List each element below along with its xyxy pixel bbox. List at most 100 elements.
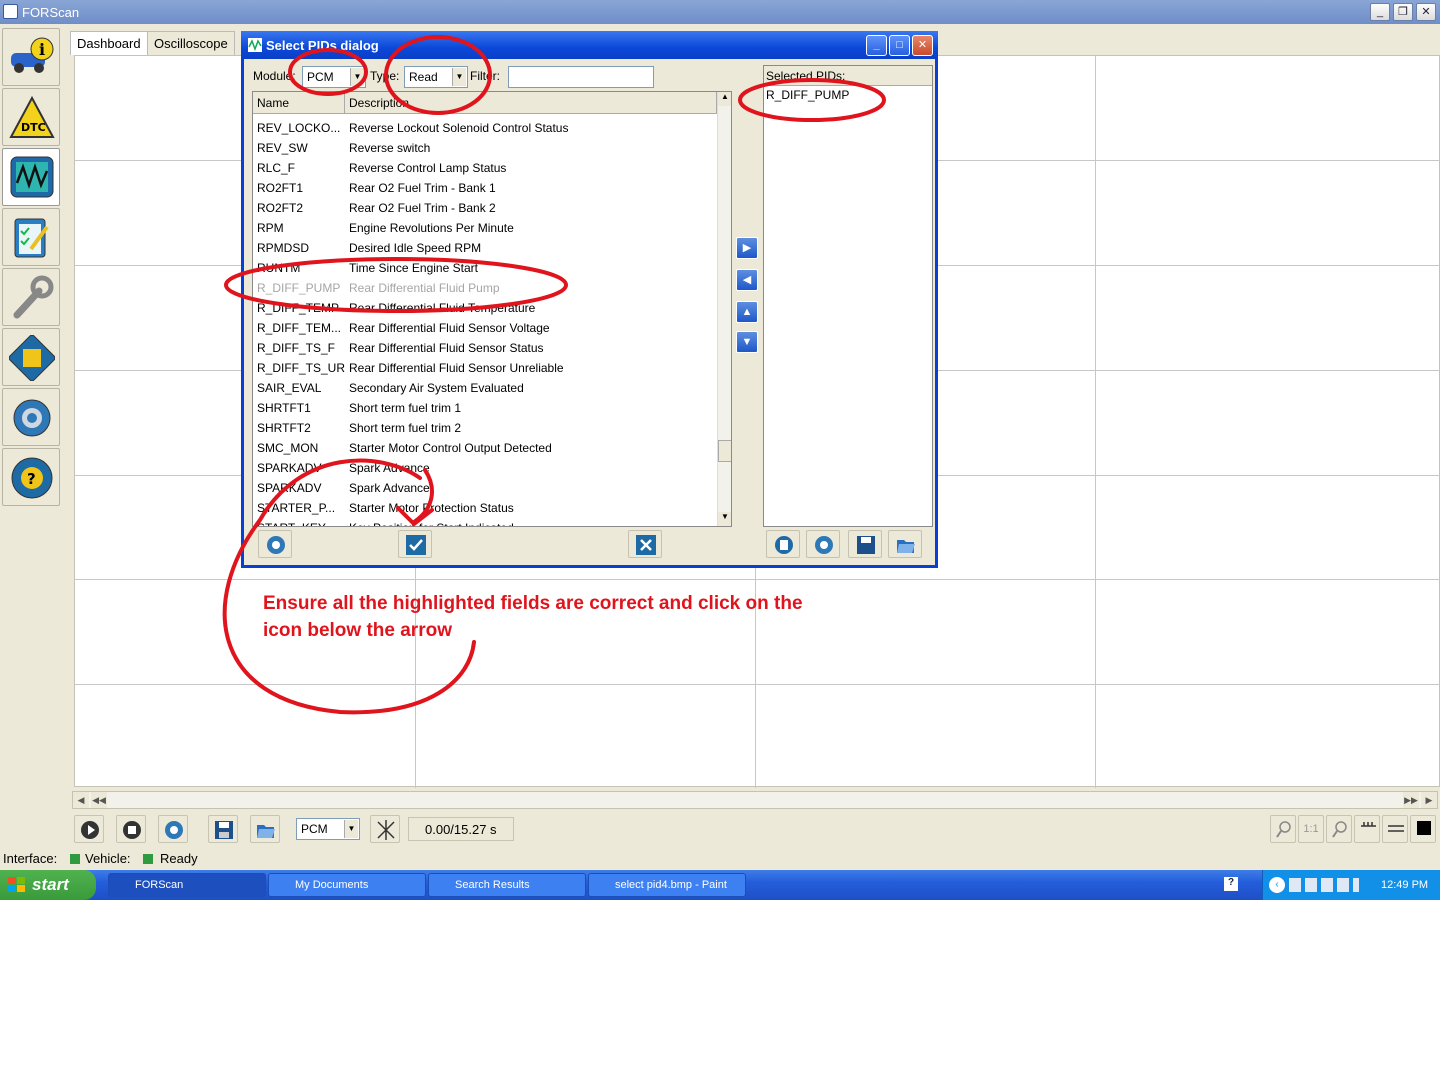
tab-oscilloscope[interactable]: Oscilloscope	[147, 31, 235, 55]
table-row[interactable]: SPARKADV Spark Advance	[253, 478, 715, 498]
background-color-button[interactable]	[1410, 815, 1436, 843]
table-row[interactable]: RLC_F Reverse Control Lamp Status	[253, 158, 715, 178]
scroll-left-button[interactable]: ◀	[73, 792, 89, 808]
open-button[interactable]	[250, 815, 280, 843]
table-row[interactable]: R_DIFF_TEM... Rear Differential Fluid Sen…	[253, 318, 715, 338]
sidebar-item-oscilloscope[interactable]	[2, 148, 60, 206]
play-button[interactable]	[74, 815, 104, 843]
sidebar-item-service[interactable]	[2, 268, 60, 326]
table-row[interactable]: R_DIFF_TS_F Rear Differential Fluid Senso…	[253, 338, 715, 358]
table-row[interactable]: RPMDSD Desired Idle Speed RPM	[253, 238, 715, 258]
scroll-right-button[interactable]: ▶	[1421, 792, 1437, 808]
cancel-button[interactable]	[628, 530, 662, 558]
start-button[interactable]: start	[0, 870, 96, 900]
table-row[interactable]: SPARKADV Spark Advance	[253, 458, 715, 478]
move-up-button[interactable]: ▲	[736, 301, 758, 323]
chevron-down-icon: ▼	[452, 68, 466, 86]
column-header-description[interactable]: Description	[345, 92, 717, 114]
move-down-button[interactable]: ▼	[736, 331, 758, 353]
taskbar-item-search-results[interactable]: Search Results	[428, 873, 586, 897]
table-row[interactable]: RUNTM Time Since Engine Start	[253, 258, 715, 278]
column-header-name[interactable]: Name	[253, 92, 345, 114]
pid-list[interactable]: Name Description REV_LOCKO... Reverse Loc…	[252, 91, 732, 527]
time-scrollbar[interactable]: ◀ ◀◀ ▶▶ ▶	[72, 791, 1438, 809]
dialog-close-button[interactable]: ✕	[912, 35, 933, 56]
pid-name: R_DIFF_PUMP	[257, 281, 341, 295]
table-row[interactable]: RPM Engine Revolutions Per Minute	[253, 218, 715, 238]
selected-settings-button[interactable]	[806, 530, 840, 558]
filter-input[interactable]	[508, 66, 654, 88]
table-row[interactable]: R_DIFF_TEMP Rear Differential Fluid Tempe…	[253, 298, 715, 318]
zoom-reset-button[interactable]: 1:1	[1298, 815, 1324, 843]
selected-pids-list[interactable]: Selected PIDs: R_DIFF_PUMP	[763, 65, 933, 527]
scroll-end-button[interactable]: ▶▶	[1403, 792, 1419, 808]
table-row[interactable]: SAIR_EVAL Secondary Air System Evaluated	[253, 378, 715, 398]
close-button[interactable]: ✕	[1416, 3, 1436, 21]
status-bar: Interface: Vehicle: Ready	[0, 849, 1440, 869]
load-selection-button[interactable]	[888, 530, 922, 558]
scroll-down-button[interactable]: ▼	[718, 512, 731, 526]
settings-button[interactable]	[158, 815, 188, 843]
dialog-minimize-button[interactable]: _	[866, 35, 887, 56]
tray-icons[interactable]	[1289, 878, 1359, 892]
restore-button[interactable]: ❐	[1393, 3, 1413, 21]
gear-icon	[13, 399, 51, 437]
table-row[interactable]: SHRTFT1 Short term fuel trim 1	[253, 398, 715, 418]
sidebar-item-dtc[interactable]: DTC	[2, 88, 60, 146]
zoom-in-button[interactable]	[1326, 815, 1352, 843]
module-select[interactable]: PCM ▼	[296, 818, 360, 840]
window-title: FORScan	[22, 5, 80, 20]
add-pid-button[interactable]: ▶	[736, 237, 758, 259]
grid-toggle-button[interactable]	[1354, 815, 1380, 843]
select-pids-dialog: Select PIDs dialog _ □ ✕ Module: PCM ▼ Ty…	[241, 31, 938, 568]
table-row[interactable]: RO2FT1 Rear O2 Fuel Trim - Bank 1	[253, 178, 715, 198]
table-row[interactable]: R_DIFF_PUMP Rear Differential Fluid Pump	[253, 278, 715, 298]
pid-description: Short term fuel trim 1	[349, 401, 462, 415]
taskbar-item-forscan[interactable]: FORScan	[108, 873, 266, 897]
module-dropdown[interactable]: PCM ▼	[302, 66, 366, 88]
type-label: Type:	[370, 69, 400, 83]
table-row[interactable]: STARTER_P... Starter Motor Protection Sta…	[253, 498, 715, 518]
dialog-maximize-button[interactable]: □	[889, 35, 910, 56]
type-dropdown[interactable]: Read ▼	[404, 66, 468, 88]
windows-logo-icon	[8, 877, 25, 892]
sidebar-item-checklist[interactable]	[2, 208, 60, 266]
tab-dashboard[interactable]: Dashboard	[70, 31, 148, 55]
tray-expand-icon[interactable]: ‹	[1269, 877, 1285, 893]
scroll-start-button[interactable]: ◀◀	[91, 792, 107, 808]
ruler-icon	[1361, 822, 1376, 827]
taskbar-item-paint[interactable]: select pid4.bmp - Paint	[588, 873, 746, 897]
sidebar-item-info[interactable]: i	[2, 28, 60, 86]
pid-name: R_DIFF_TS_UR	[257, 361, 345, 375]
sidebar-item-help[interactable]: ?	[2, 448, 60, 506]
stop-button[interactable]	[116, 815, 146, 843]
table-row[interactable]: RO2FT2 Rear O2 Fuel Trim - Bank 2	[253, 198, 715, 218]
clear-selected-button[interactable]	[766, 530, 800, 558]
save-button[interactable]	[208, 815, 238, 843]
pid-list-scrollbar[interactable]: ▲ ▼	[717, 92, 731, 526]
pid-settings-button[interactable]	[258, 530, 292, 558]
scroll-thumb[interactable]	[718, 440, 731, 462]
remove-pid-button[interactable]: ◀	[736, 269, 758, 291]
save-selection-button[interactable]	[848, 530, 882, 558]
taskbar-item-my-documents[interactable]: My Documents	[268, 873, 426, 897]
scroll-up-button[interactable]: ▲	[718, 92, 731, 106]
pid-description: Rear Differential Fluid Sensor Status	[349, 341, 544, 355]
table-row[interactable]: REV_LOCKO... Reverse Lockout Solenoid Con…	[253, 118, 715, 138]
line-width-button[interactable]	[1382, 815, 1408, 843]
ok-button[interactable]	[398, 530, 432, 558]
minimize-button[interactable]: _	[1370, 3, 1390, 21]
table-row[interactable]: START_KEY Key Position for Start Indicate…	[253, 518, 715, 526]
table-row[interactable]: SHRTFT2 Short term fuel trim 2	[253, 418, 715, 438]
pid-name: SMC_MON	[257, 441, 319, 455]
selected-pid-item[interactable]: R_DIFF_PUMP	[766, 88, 849, 102]
pid-description: Starter Motor Control Output Detected	[349, 441, 552, 455]
help-icon[interactable]: ?	[1224, 877, 1238, 891]
table-row[interactable]: R_DIFF_TS_UR Rear Differential Fluid Sens…	[253, 358, 715, 378]
zoom-out-button[interactable]	[1270, 815, 1296, 843]
sidebar-item-modules[interactable]	[2, 328, 60, 386]
cursor-tool-button[interactable]	[370, 815, 400, 843]
table-row[interactable]: REV_SW Reverse switch	[253, 138, 715, 158]
table-row[interactable]: SMC_MON Starter Motor Control Output Dete…	[253, 438, 715, 458]
sidebar-item-settings[interactable]	[2, 388, 60, 446]
